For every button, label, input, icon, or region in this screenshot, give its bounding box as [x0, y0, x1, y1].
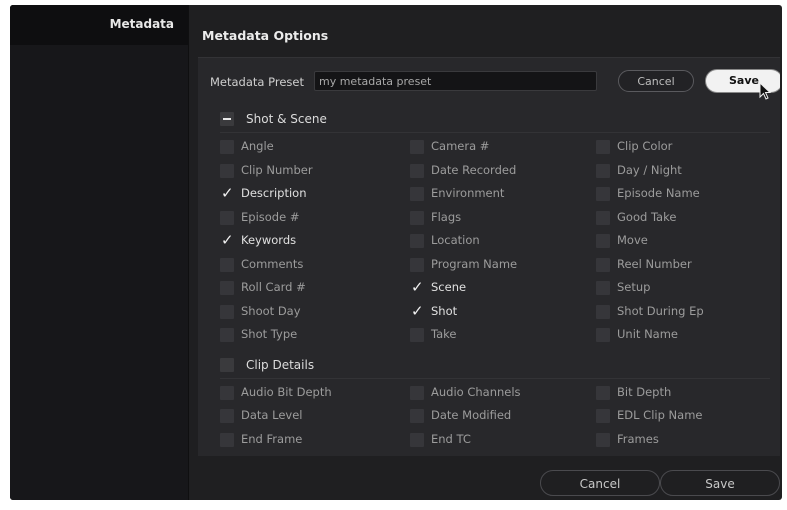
metadata-field-label: Episode Name [617, 186, 700, 200]
unchecked-box-icon[interactable] [220, 163, 234, 178]
metadata-field-label: Keywords [241, 233, 297, 247]
unchecked-box-icon[interactable] [596, 328, 610, 342]
unchecked-box-icon[interactable] [596, 187, 610, 201]
checked-box-icon[interactable] [410, 302, 424, 320]
unchecked-box-icon[interactable] [410, 257, 424, 272]
sidebar-item-metadata[interactable]: Metadata [10, 5, 188, 45]
metadata-field-label: Angle [241, 139, 274, 153]
metadata-field-label: Shot [431, 303, 458, 318]
metadata-field-label: Location [431, 233, 480, 247]
unchecked-box-icon[interactable] [596, 385, 610, 400]
checked-box-icon[interactable] [410, 278, 424, 296]
unchecked-box-icon[interactable] [410, 140, 424, 154]
unchecked-box-icon[interactable] [410, 234, 424, 248]
metadata-field-label: Date Recorded [431, 162, 517, 177]
unchecked-box-icon[interactable] [596, 257, 610, 272]
unchecked-box-icon[interactable] [220, 328, 234, 342]
section-divider [220, 132, 770, 133]
sidebar-item-label: Metadata [109, 17, 174, 31]
cancel-button[interactable]: Cancel [540, 470, 660, 496]
unchecked-box-icon[interactable] [596, 210, 610, 225]
section-title: Clip Details [246, 357, 315, 372]
metadata-field-label: Reel Number [617, 256, 692, 271]
unchecked-box-icon[interactable] [596, 432, 610, 447]
metadata-field-label: Comments [241, 256, 304, 271]
sidebar: Metadata [10, 5, 189, 500]
section-divider [220, 377, 770, 379]
preset-label: Metadata Preset [210, 75, 304, 89]
mouse-pointer-icon [759, 82, 772, 100]
metadata-field-label: Flags [431, 209, 462, 224]
metadata-field-label: Frames [617, 431, 659, 446]
metadata-field-label: Shot Type [241, 327, 298, 341]
metadata-field-label: End TC [431, 431, 471, 446]
metadata-options-panel: Metadata Preset my metadata preset Cance… [198, 57, 780, 456]
unchecked-box-icon[interactable] [220, 140, 234, 154]
metadata-field-label: Good Take [617, 209, 677, 224]
metadata-field-label: Clip Color [617, 139, 673, 153]
unchecked-box-icon[interactable] [596, 304, 610, 319]
dialog-window: Metadata Metadata Options Metadata Prese… [10, 5, 782, 500]
metadata-field-label: Take [431, 327, 457, 341]
unchecked-box-icon[interactable] [410, 409, 424, 423]
unchecked-box-icon[interactable] [410, 328, 424, 342]
checked-box-icon[interactable] [220, 231, 234, 249]
unchecked-box-icon[interactable] [410, 187, 424, 201]
metadata-field-label: Program Name [431, 256, 518, 271]
metadata-field-label: Audio Channels [431, 384, 521, 399]
unchecked-box-icon[interactable] [410, 163, 424, 178]
unchecked-box-icon[interactable] [596, 234, 610, 248]
metadata-field-label: Description [241, 186, 307, 200]
unchecked-box-icon[interactable] [220, 304, 234, 319]
unchecked-box-icon[interactable] [596, 163, 610, 178]
unchecked-box-icon[interactable] [410, 432, 424, 447]
preset-cancel-button[interactable]: Cancel [618, 70, 694, 92]
metadata-field-label: Camera # [431, 139, 490, 153]
unchecked-box-icon[interactable] [410, 210, 424, 225]
metadata-field-label: Environment [431, 186, 505, 200]
metadata-field-label: Roll Card # [241, 280, 306, 294]
metadata-field-label: End Frame [241, 431, 303, 446]
metadata-field-label: Unit Name [617, 327, 678, 341]
save-button[interactable]: Save [660, 470, 780, 496]
metadata-field-label: Data Level [241, 408, 303, 422]
metadata-field-label: Date Modified [431, 408, 512, 422]
metadata-field-label: Shot During Ep [617, 303, 704, 318]
unchecked-box-icon[interactable] [220, 281, 234, 295]
unchecked-box-icon[interactable] [220, 385, 234, 400]
unchecked-box-icon[interactable] [220, 432, 234, 447]
preset-name-input[interactable]: my metadata preset [314, 71, 597, 91]
unchecked-box-icon[interactable] [596, 281, 610, 295]
unchecked-box-icon[interactable] [220, 409, 234, 423]
section-checkbox[interactable] [220, 112, 234, 126]
unchecked-box-icon[interactable] [220, 257, 234, 272]
unchecked-box-icon[interactable] [596, 140, 610, 154]
metadata-field-label: Setup [617, 280, 651, 294]
metadata-field-label: Bit Depth [617, 384, 672, 399]
section-checkbox[interactable] [220, 357, 234, 372]
metadata-field-label: Episode # [241, 209, 300, 224]
checked-box-icon[interactable] [220, 184, 234, 202]
unchecked-box-icon[interactable] [220, 210, 234, 225]
metadata-field-label: Audio Bit Depth [241, 384, 332, 399]
section-title: Shot & Scene [246, 112, 327, 126]
unchecked-box-icon[interactable] [410, 385, 424, 400]
metadata-field-label: Day / Night [617, 162, 682, 177]
metadata-field-label: Clip Number [241, 162, 313, 177]
metadata-field-label: Move [617, 233, 648, 247]
metadata-field-label: EDL Clip Name [617, 408, 703, 422]
metadata-field-label: Scene [431, 280, 467, 294]
metadata-field-label: Shoot Day [241, 303, 301, 318]
preset-row: Metadata Preset my metadata preset Cance… [210, 70, 780, 100]
unchecked-box-icon[interactable] [596, 409, 610, 423]
page-title: Metadata Options [202, 28, 329, 43]
